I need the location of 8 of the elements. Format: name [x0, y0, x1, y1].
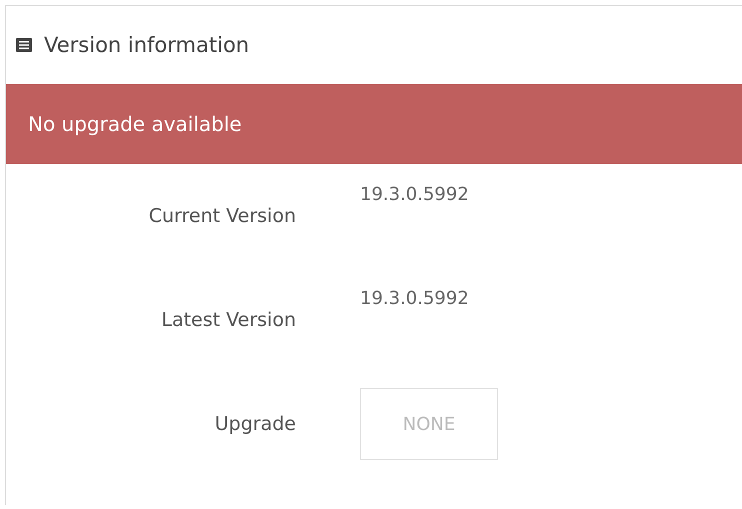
list-icon — [16, 38, 32, 52]
field-label: Upgrade — [214, 413, 296, 435]
panel-title: Version information — [44, 33, 250, 57]
alert-banner: No upgrade available — [6, 84, 742, 164]
field-value: 19.3.0.5992 — [360, 287, 470, 309]
field-value: 19.3.0.5992 — [360, 183, 470, 205]
field-label: Latest Version — [160, 309, 296, 331]
field-label: Current Version — [148, 205, 296, 227]
